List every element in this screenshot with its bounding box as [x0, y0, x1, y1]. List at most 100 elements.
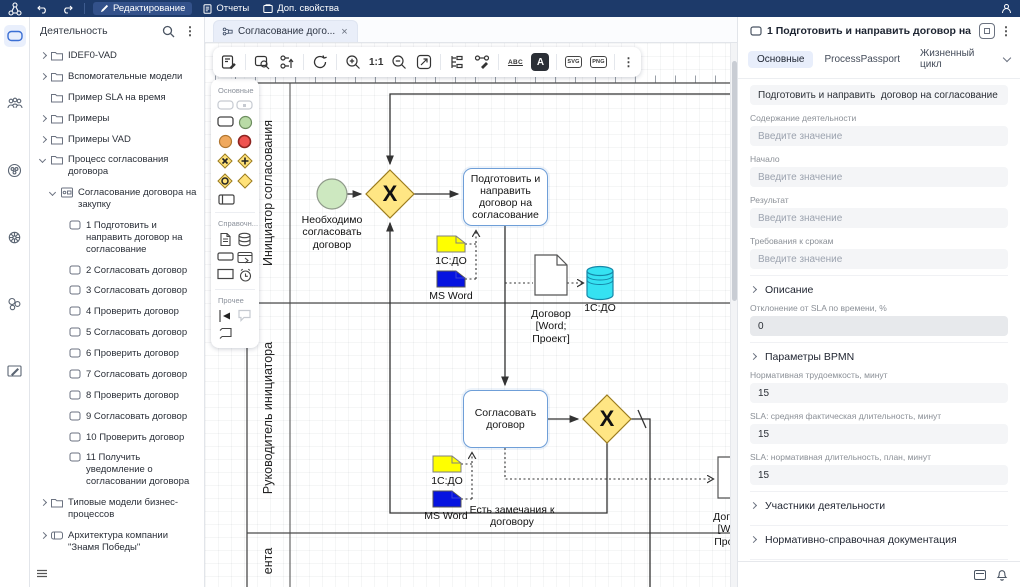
palette-object-icon[interactable] — [217, 251, 234, 262]
section-reference-docs[interactable]: Нормативно-справочная документация — [750, 525, 1008, 553]
palette-start-event-icon[interactable] — [238, 115, 253, 130]
tree-item-idef0-vad[interactable]: IDEF0-VAD — [30, 45, 204, 66]
flow-return-to-gateway1[interactable] — [390, 94, 733, 164]
tree-item-examples-vad[interactable]: Примеры VAD — [30, 129, 204, 150]
palette-or-gateway-icon[interactable] — [217, 173, 233, 189]
task1-prepare-contract[interactable]: Подготовить и направить договор на согла… — [463, 168, 548, 226]
sla-actual-duration-field[interactable] — [750, 424, 1008, 444]
gateway1-symbol[interactable]: X — [366, 170, 414, 218]
palette-note-icon[interactable] — [218, 327, 233, 340]
sla-plan-duration-field[interactable] — [750, 465, 1008, 485]
chevron-right-icon[interactable] — [38, 531, 48, 541]
zoom-reset-button[interactable]: 1:1 — [369, 53, 383, 71]
fit-to-screen-icon[interactable] — [415, 53, 433, 71]
chevron-right-icon[interactable] — [38, 51, 48, 61]
palette-lane-icon[interactable] — [218, 193, 235, 206]
undo-button[interactable] — [30, 0, 55, 17]
tree-item-aux-models[interactable]: Вспомогательные модели — [30, 66, 204, 87]
gateway2-symbol[interactable]: X — [583, 395, 631, 443]
edit-form-icon[interactable] — [220, 53, 238, 71]
export-svg-button[interactable]: SVG — [564, 53, 582, 71]
rail-item-models[interactable] — [4, 25, 26, 47]
chevron-down-icon[interactable] — [48, 188, 58, 198]
user-icon[interactable] — [1001, 3, 1012, 14]
rail-item-org-structure[interactable] — [4, 92, 26, 114]
palette-end-event-icon[interactable] — [237, 134, 252, 149]
zoom-out-icon[interactable] — [390, 53, 408, 71]
scrollbar-thumb[interactable] — [732, 61, 737, 301]
refresh-icon[interactable] — [311, 53, 329, 71]
folder-yellow-2[interactable] — [433, 456, 461, 472]
tab-process-passport[interactable]: ProcessPassport — [815, 51, 909, 68]
folder-blue-2[interactable] — [433, 491, 461, 507]
flow-loop-remarks[interactable] — [390, 223, 607, 513]
tree-item-company-architecture[interactable]: Архитектура компании "Знамя Победы" — [30, 525, 204, 558]
locate-on-diagram-button[interactable] — [979, 23, 995, 39]
palette-document-icon[interactable] — [218, 232, 232, 247]
edit-connectors-icon[interactable] — [473, 53, 491, 71]
toolbar-more-kebab[interactable]: ⋮ — [622, 55, 634, 69]
properties-menu-kebab[interactable]: ⋮ — [1000, 24, 1012, 38]
start-event-shape[interactable] — [317, 179, 347, 209]
tree-item-typical-models[interactable]: Типовые модели бизнес-процессов — [30, 492, 204, 525]
lane-third-partial[interactable]: ента — [249, 534, 287, 587]
close-tab-icon[interactable]: × — [340, 26, 348, 38]
palette-task-icon[interactable] — [217, 115, 234, 128]
tree-item-task-9[interactable]: 9 Согласовать договор — [30, 406, 204, 427]
rail-item-governance[interactable] — [4, 226, 26, 248]
section-participants[interactable]: Участники деятельности — [750, 491, 1008, 519]
chevron-down-icon[interactable] — [38, 155, 48, 165]
chevron-right-icon[interactable] — [38, 498, 48, 508]
search-icon[interactable] — [162, 25, 175, 38]
name-field[interactable] — [750, 85, 1008, 105]
palette-external-system-icon[interactable] — [237, 251, 253, 264]
export-png-button[interactable]: PNG — [589, 53, 607, 71]
task2-approve-contract[interactable]: Согласовать договор — [463, 390, 548, 448]
navigator-menu-kebab[interactable]: ⋮ — [184, 24, 196, 38]
table-view-icon[interactable] — [974, 570, 986, 580]
structure-view-icon[interactable] — [448, 53, 466, 71]
palette-and-gateway-icon[interactable] — [237, 153, 253, 169]
section-description[interactable]: Описание — [750, 275, 1008, 303]
text-visibility-toggle[interactable]: A — [531, 53, 549, 71]
chevron-right-icon[interactable] — [38, 135, 48, 145]
folder-yellow-1[interactable] — [437, 236, 465, 252]
activity-content-field[interactable] — [750, 126, 1008, 146]
tree-item-task-5[interactable]: 5 Согласовать договор — [30, 322, 204, 343]
palette-event-gateway-icon[interactable] — [237, 173, 253, 189]
tree-item-contract-process-folder[interactable]: Процесс согласования договора — [30, 149, 204, 182]
extra-properties-button[interactable]: Доп. свойства — [256, 0, 346, 17]
rail-item-objects[interactable] — [4, 293, 26, 315]
tree-item-task-1[interactable]: 1 Подготовить и направить договор на сог… — [30, 215, 204, 260]
tree-item-task-6[interactable]: 6 Проверить договор — [30, 343, 204, 364]
palette-connector-icon[interactable] — [218, 309, 233, 323]
zoom-in-icon[interactable] — [344, 53, 362, 71]
tree-item-examples[interactable]: Примеры — [30, 108, 204, 129]
tree-item-task-11[interactable]: 11 Получить уведомление о согласовании д… — [30, 447, 204, 492]
chevron-right-icon[interactable] — [38, 72, 48, 82]
diagram-tab[interactable]: Согласование дого... × — [213, 20, 358, 42]
assoc-task2-to-doc2[interactable] — [505, 448, 713, 479]
collapse-panel-button[interactable] — [36, 569, 48, 581]
redo-button[interactable] — [55, 0, 80, 17]
tree-item-sla-example[interactable]: Пример SLA на время — [30, 87, 204, 108]
start-field[interactable] — [750, 167, 1008, 187]
palette-frame-icon[interactable] — [217, 268, 234, 280]
tree-item-task-8[interactable]: 8 Проверить договор — [30, 385, 204, 406]
rail-item-whiteboard[interactable] — [4, 360, 26, 382]
reports-button[interactable]: Отчеты — [196, 0, 256, 17]
palette-xor-gateway-icon[interactable] — [217, 153, 233, 169]
tabs-overflow-chevron-icon[interactable] — [1003, 54, 1012, 64]
tab-lifecycle[interactable]: Жизненный цикл — [911, 45, 1001, 73]
tree-item-task-7[interactable]: 7 Согласовать договор — [30, 364, 204, 385]
folder-blue-1[interactable] — [437, 271, 465, 287]
bell-icon[interactable] — [996, 568, 1008, 581]
tree-item-task-2[interactable]: 2 Согласовать договор — [30, 260, 204, 281]
edit-mode-button[interactable]: Редактирование — [93, 2, 192, 15]
palette-intermediate-event-icon[interactable] — [218, 134, 233, 149]
rail-item-clusters[interactable] — [4, 159, 26, 181]
database-shape[interactable] — [587, 267, 613, 300]
result-field[interactable] — [750, 208, 1008, 228]
tree-item-task-4[interactable]: 4 Проверить договор — [30, 301, 204, 322]
flow-gateway2-down[interactable] — [631, 419, 650, 587]
